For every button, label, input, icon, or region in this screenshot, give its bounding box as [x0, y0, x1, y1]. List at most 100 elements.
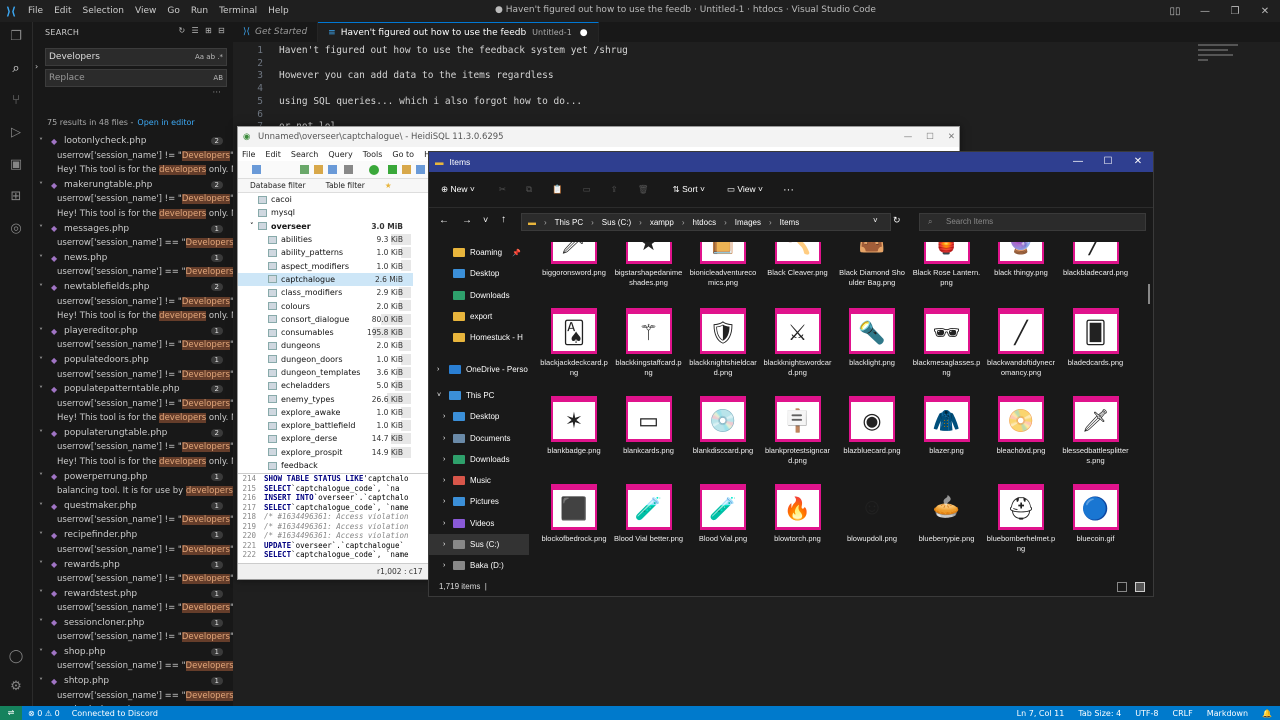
heidisql-menu-item[interactable]: Go to [392, 150, 414, 159]
chevron-down-icon[interactable]: ˅ [39, 618, 51, 627]
result-line[interactable]: Hey! This tool is for the developers onl… [33, 163, 233, 178]
result-file[interactable]: ˅ ◆ news.php 1 [33, 251, 233, 266]
copy-icon[interactable]: ⧉ [526, 184, 532, 195]
scrollbar-thumb[interactable] [1147, 284, 1151, 304]
database-filter[interactable]: Database filter [250, 181, 306, 190]
table-filter[interactable]: Table filter [326, 181, 365, 190]
result-file[interactable]: ˅ ◆ newtablefields.php 2 [33, 280, 233, 295]
file-item[interactable]: 🛡 blackknightshieldcard.png [688, 308, 758, 396]
breadcrumb-item[interactable]: Items [780, 218, 800, 227]
refresh-icon[interactable]: ↻ [893, 215, 901, 226]
result-file[interactable]: ˅ ◆ powerperrung.php 1 [33, 470, 233, 485]
nav-item[interactable]: › Videos [429, 513, 529, 534]
tree-item[interactable]: explore_battlefield 1.0 KiB [238, 419, 413, 432]
status-item[interactable]: CRLF [1173, 709, 1193, 718]
file-item[interactable]: 👜 Black Diamond Shoulder Bag.png [837, 242, 907, 306]
result-line[interactable]: userrow['session_name'] == "Developers")… [33, 265, 233, 280]
file-item[interactable]: ▭ blankcards.png [614, 396, 684, 484]
view-button[interactable]: ▭ View ˅ [727, 184, 763, 195]
cut-icon[interactable]: ✂ [499, 184, 506, 195]
paste-icon[interactable]: 📋 [552, 184, 563, 195]
delete-icon[interactable]: 🗑 [638, 184, 649, 195]
file-item[interactable]: 📀 bleachdvd.png [986, 396, 1056, 484]
remote-indicator-icon[interactable]: ⇌ [0, 706, 22, 720]
file-item[interactable]: 🗡 blessedbattlesplitters.png [1061, 396, 1131, 484]
nav-item[interactable]: › Baka (D:) [429, 555, 529, 576]
tree-item[interactable]: explore_derse 14.7 KiB [238, 432, 413, 445]
tree-item[interactable]: captchalogue 2.6 MiB [238, 272, 413, 287]
file-item[interactable]: 🔥 blowtorch.png [763, 484, 833, 572]
minimap[interactable] [1198, 42, 1242, 62]
result-file[interactable]: ˅ ◆ lootonlycheck.php 2 [33, 134, 233, 149]
tree-item[interactable]: ability_patterns 1.0 KiB [238, 246, 413, 259]
search-items-input[interactable]: ⌕ Search Items [919, 213, 1146, 231]
tree-item[interactable]: enemy_types 26.6 KiB [238, 392, 413, 405]
new-button[interactable]: ⊕ New ˅ [441, 184, 475, 195]
sql-log[interactable]: 214 SHOW TABLE STATUS LIKE 'captchalo 215 S… [238, 473, 428, 563]
result-file[interactable]: ˅ ◆ populatedoors.php 1 [33, 353, 233, 368]
chevron-down-icon[interactable]: ˅ [39, 385, 51, 394]
chevron-down-icon[interactable]: ˅ [39, 181, 51, 190]
result-file[interactable]: ˅ ◆ questmaker.php 1 [33, 499, 233, 514]
status-item[interactable]: Markdown [1207, 709, 1248, 718]
nav-item[interactable]: Homestuck - H [429, 327, 529, 348]
nav-item[interactable]: › Music [429, 470, 529, 491]
refresh-icon[interactable]: ↻ [178, 26, 185, 35]
chevron-down-icon[interactable]: ˅ [39, 472, 51, 481]
tree-item[interactable]: ˅ overseer 3.0 MiB [238, 220, 413, 233]
result-line[interactable]: userrow['session_name'] != "Developers" … [33, 601, 233, 616]
chevron-down-icon[interactable]: ˅ [39, 648, 51, 657]
tree-item[interactable]: consort_dialogue 80.0 KiB [238, 313, 413, 326]
file-item[interactable]: 🔦 blacklight.png [837, 308, 907, 396]
result-line[interactable]: userrow['session_name'] != "Developers")… [33, 440, 233, 455]
up-arrow-icon[interactable]: ↑ [501, 214, 506, 225]
address-dropdown-chevron-icon[interactable]: ˅ [873, 216, 878, 225]
problems-indicator[interactable]: ⊗ 0 ⚠ 0 [28, 709, 60, 718]
heidisql-menu-item[interactable]: Query [328, 150, 352, 159]
expand-chevron-icon[interactable]: › [443, 520, 445, 527]
nav-item[interactable]: › Sus (C:) [429, 533, 529, 556]
share-icon[interactable]: ⇪ [611, 184, 618, 195]
chevron-down-icon[interactable]: ˅ [39, 560, 51, 569]
status-item[interactable]: Ln 7, Col 11 [1017, 709, 1065, 718]
tree-item[interactable]: aspect_modifiers 1.0 KiB [238, 259, 413, 272]
expand-chevron-icon[interactable]: ˅ [437, 392, 449, 399]
heidisql-menu-item[interactable]: Edit [265, 150, 281, 159]
file-item[interactable]: ╱ blackwandoftidynecromancy.png [986, 308, 1056, 396]
breadcrumb-item[interactable]: htdocs [693, 218, 717, 227]
heidisql-toolbar-icons[interactable] [238, 161, 428, 179]
discord-status[interactable]: Connected to Discord [72, 709, 158, 718]
file-item[interactable]: 💿 blankdisccard.png [688, 396, 758, 484]
heidisql-minimize-button[interactable]: — [904, 132, 913, 142]
file-item[interactable]: 🪧 blankprotestsigncard.png [763, 396, 833, 484]
replace-input[interactable]: Replace AB [45, 69, 227, 87]
editor-tab[interactable]: ⟩⟨ Get Started [233, 22, 319, 42]
file-item[interactable]: ⛑ bluebomberhelmet.png [986, 484, 1056, 572]
expand-chevron-icon[interactable]: › [443, 413, 445, 420]
nav-item[interactable]: export [429, 306, 529, 327]
status-item[interactable]: Tab Size: 4 [1078, 709, 1121, 718]
nav-item[interactable]: › Documents [429, 427, 529, 448]
file-item[interactable]: 🔵 bluecoin.gif [1061, 484, 1131, 572]
menu-help[interactable]: Help [268, 6, 289, 16]
menu-file[interactable]: File [28, 6, 43, 16]
result-line[interactable]: userrow['session_name'] != "Developers")… [33, 295, 233, 310]
expand-chevron-icon[interactable]: › [443, 541, 445, 548]
expand-chevron-icon[interactable]: › [443, 435, 445, 442]
file-item[interactable]: 🥧 blueberrypie.png [912, 484, 982, 572]
chevron-down-icon[interactable]: ˅ [39, 589, 51, 598]
search-options[interactable]: Aa ab .* [195, 49, 223, 65]
file-item[interactable]: 🏮 Black Rose Lantern.png [912, 242, 982, 306]
file-item[interactable]: ⬛ blockofbedrock.png [539, 484, 609, 572]
nav-item[interactable]: ˅ This PC [429, 385, 529, 406]
settings-gear-icon[interactable]: ⚙ [7, 678, 25, 696]
layout-icon[interactable]: ▯▯ [1160, 6, 1190, 17]
file-item[interactable]: 🪓 Black Cleaver.png [763, 242, 833, 306]
open-in-editor-link[interactable]: Open in editor [137, 118, 194, 127]
breadcrumb-item[interactable]: Images [735, 218, 761, 227]
more-options-icon[interactable]: ··· [783, 184, 794, 196]
toggle-replace-chevron-icon[interactable]: › [35, 62, 38, 71]
large-icons-view-icon[interactable] [1135, 582, 1145, 592]
collapse-all-icon[interactable]: ⊟ [218, 26, 225, 35]
tree-item[interactable]: consumables 195.8 KiB [238, 326, 413, 339]
